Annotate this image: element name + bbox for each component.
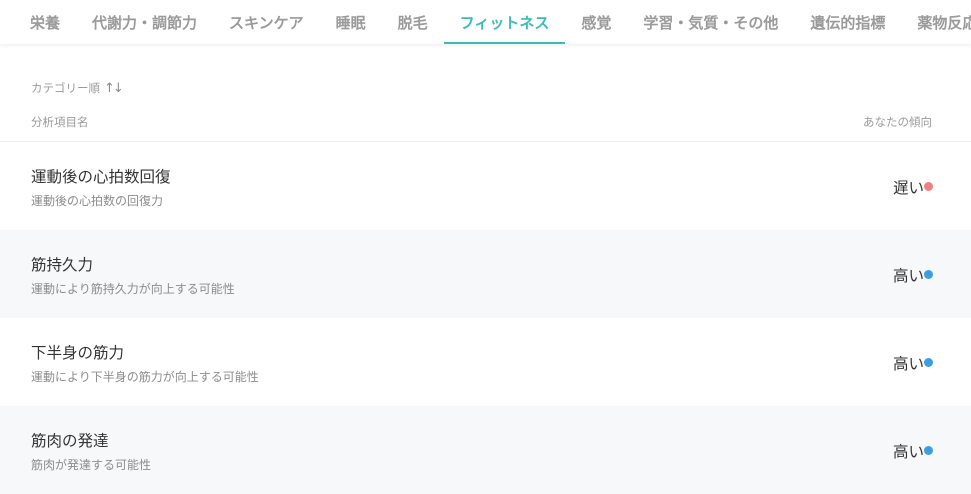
tab-fitness[interactable]: フィットネス bbox=[443, 0, 566, 44]
tendency-value: 高い bbox=[892, 267, 924, 285]
status-dot-icon bbox=[924, 182, 933, 191]
list-header: カテゴリー順 ↑↓ 分析項目名 あなたの傾向 bbox=[0, 44, 971, 142]
column-header-tendency: あなたの傾向 bbox=[863, 115, 932, 129]
sort-toggle[interactable]: カテゴリー順 ↑↓ bbox=[31, 80, 124, 96]
item-title: 筋肉の発達 bbox=[31, 432, 109, 450]
tab-hair-loss[interactable]: 脱毛 bbox=[382, 0, 444, 44]
tendency-value: 遅い bbox=[892, 179, 924, 197]
tab-nutrition[interactable]: 栄養 bbox=[14, 0, 76, 44]
item-description: 筋肉が発達する可能性 bbox=[31, 458, 152, 472]
tab-sleep[interactable]: 睡眠 bbox=[320, 0, 382, 44]
tab-metabolism[interactable]: 代謝力・調節力 bbox=[76, 0, 213, 44]
sort-label: カテゴリー順 bbox=[31, 81, 100, 95]
item-description: 運動後の心拍数の回復力 bbox=[31, 194, 164, 208]
sort-arrows-icon: ↑↓ bbox=[104, 80, 124, 96]
tab-drug-response[interactable]: 薬物反応 bbox=[901, 0, 971, 44]
item-title: 運動後の心拍数回復 bbox=[31, 168, 171, 186]
analysis-item-list: 運動後の心拍数回復 運動後の心拍数の回復力 遅い 筋持久力 運動により筋持久力が… bbox=[0, 142, 971, 494]
item-title: 下半身の筋力 bbox=[31, 344, 125, 362]
item-description: 運動により下半身の筋力が向上する可能性 bbox=[31, 370, 259, 384]
list-item[interactable]: 筋持久力 運動により筋持久力が向上する可能性 高い bbox=[0, 230, 971, 318]
list-item[interactable]: 運動後の心拍数回復 運動後の心拍数の回復力 遅い bbox=[0, 142, 971, 230]
column-header-item-name: 分析項目名 bbox=[31, 115, 89, 129]
tab-senses[interactable]: 感覚 bbox=[565, 0, 627, 44]
item-description: 運動により筋持久力が向上する可能性 bbox=[31, 282, 235, 296]
tab-skincare[interactable]: スキンケア bbox=[213, 0, 320, 44]
tendency-value: 高い bbox=[892, 355, 924, 373]
list-item[interactable]: 筋肉の発達 筋肉が発達する可能性 高い bbox=[0, 406, 971, 494]
status-dot-icon bbox=[924, 446, 933, 455]
tab-genetic-markers[interactable]: 遺伝的指標 bbox=[794, 0, 901, 44]
item-title: 筋持久力 bbox=[31, 256, 94, 274]
status-dot-icon bbox=[924, 270, 933, 279]
status-dot-icon bbox=[924, 358, 933, 367]
tab-learning-temperament[interactable]: 学習・気質・その他 bbox=[627, 0, 794, 44]
category-tab-bar: 栄養 代謝力・調節力 スキンケア 睡眠 脱毛 フィットネス 感覚 学習・気質・そ… bbox=[0, 0, 971, 44]
tendency-value: 高い bbox=[892, 443, 924, 461]
list-item[interactable]: 下半身の筋力 運動により下半身の筋力が向上する可能性 高い bbox=[0, 318, 971, 406]
